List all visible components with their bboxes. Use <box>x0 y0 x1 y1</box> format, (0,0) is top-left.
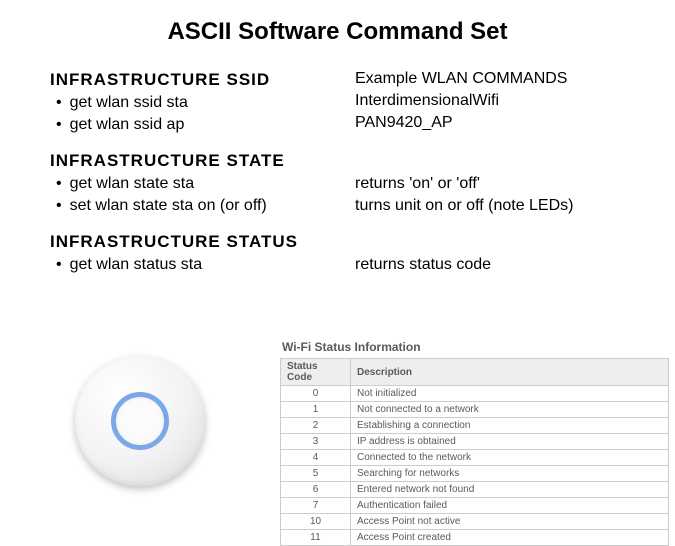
table-row: 2Establishing a connection <box>281 418 669 434</box>
th-code: Status Code <box>281 359 351 386</box>
device-image <box>0 336 280 506</box>
ssid-row: INFRASTRUCTURE SSID get wlan ssid sta ge… <box>50 56 635 137</box>
status-row: INFRASTRUCTURE STATUS get wlan status st… <box>50 218 635 276</box>
state-desc-1: turns unit on or off (note LEDs) <box>355 195 635 217</box>
status-code-cell: 4 <box>281 450 351 466</box>
status-table: Status Code Description 0Not initialized… <box>280 358 669 546</box>
status-desc-cell: Access Point created <box>351 530 669 546</box>
status-desc-cell: IP address is obtained <box>351 434 669 450</box>
status-code-cell: 0 <box>281 386 351 402</box>
ssid-example-0: InterdimensionalWifi <box>355 90 635 112</box>
status-code-cell: 2 <box>281 418 351 434</box>
table-row: 4Connected to the network <box>281 450 669 466</box>
status-desc-0: returns status code <box>355 254 635 276</box>
access-point-ring <box>111 392 169 450</box>
status-desc-cell: Not initialized <box>351 386 669 402</box>
status-table-wrap: Wi-Fi Status Information Status Code Des… <box>280 336 675 506</box>
table-header-row: Status Code Description <box>281 359 669 386</box>
table-row: 5Searching for networks <box>281 466 669 482</box>
status-desc-cell: Access Point not active <box>351 514 669 530</box>
th-desc: Description <box>351 359 669 386</box>
ssid-heading: INFRASTRUCTURE SSID <box>50 70 355 90</box>
bottom-area: Wi-Fi Status Information Status Code Des… <box>0 336 675 506</box>
table-row: 10Access Point not active <box>281 514 669 530</box>
access-point-icon <box>75 356 205 486</box>
example-header: Example WLAN COMMANDS <box>355 70 635 88</box>
ssid-example-1: PAN9420_AP <box>355 112 635 134</box>
table-row: 6Entered network not found <box>281 482 669 498</box>
page-title: ASCII Software Command Set <box>0 0 675 56</box>
ssid-cmd-1: get wlan ssid ap <box>56 114 355 136</box>
status-desc-cell: Entered network not found <box>351 482 669 498</box>
state-heading: INFRASTRUCTURE STATE <box>50 151 355 171</box>
status-code-cell: 10 <box>281 514 351 530</box>
state-cmd-0: get wlan state sta <box>56 173 355 195</box>
status-heading: INFRASTRUCTURE STATUS <box>50 232 355 252</box>
state-desc-0: returns 'on' or 'off' <box>355 173 635 195</box>
status-desc-cell: Searching for networks <box>351 466 669 482</box>
table-row: 11Access Point created <box>281 530 669 546</box>
status-code-cell: 5 <box>281 466 351 482</box>
content-area: INFRASTRUCTURE SSID get wlan ssid sta ge… <box>0 56 675 276</box>
table-row: 1Not connected to a network <box>281 402 669 418</box>
status-code-cell: 6 <box>281 482 351 498</box>
table-title: Wi-Fi Status Information <box>280 336 669 358</box>
status-code-cell: 1 <box>281 402 351 418</box>
state-row: INFRASTRUCTURE STATE get wlan state sta … <box>50 137 635 218</box>
status-desc-cell: Establishing a connection <box>351 418 669 434</box>
state-cmd-1: set wlan state sta on (or off) <box>56 195 355 217</box>
status-desc-cell: Not connected to a network <box>351 402 669 418</box>
ssid-cmd-0: get wlan ssid sta <box>56 92 355 114</box>
status-desc-cell: Connected to the network <box>351 450 669 466</box>
status-cmd-0: get wlan status sta <box>56 254 355 276</box>
table-row: 3IP address is obtained <box>281 434 669 450</box>
status-code-cell: 11 <box>281 530 351 546</box>
status-code-cell: 3 <box>281 434 351 450</box>
table-row: 0Not initialized <box>281 386 669 402</box>
